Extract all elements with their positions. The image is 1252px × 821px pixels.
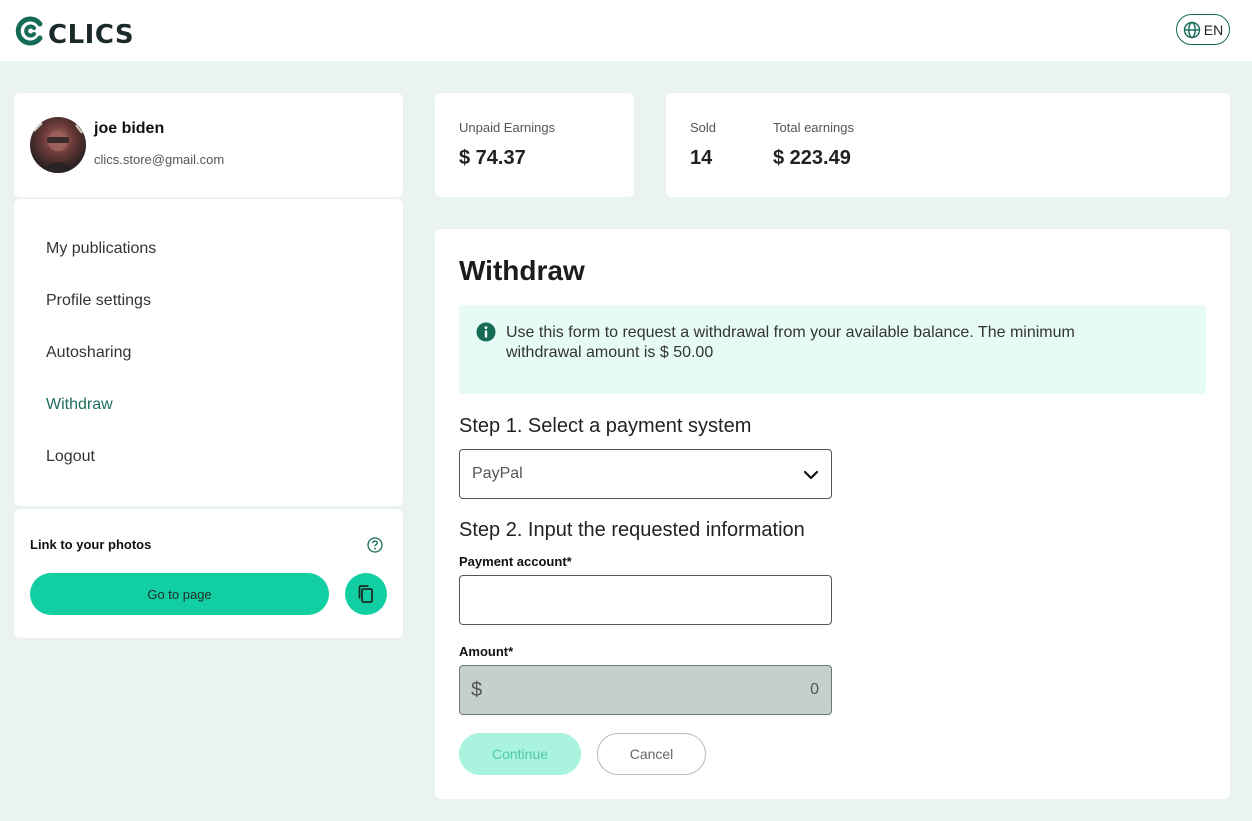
- logo-icon: [15, 16, 43, 45]
- amount-value: 0: [810, 681, 819, 698]
- currency-symbol: $: [471, 679, 483, 701]
- profile-card: joe biden clics.store@gmail.com: [14, 93, 403, 197]
- payment-system-select[interactable]: PayPal: [459, 449, 832, 499]
- sold-label: Sold: [690, 120, 717, 135]
- sidebar-item-autosharing[interactable]: Autosharing: [46, 344, 131, 362]
- payment-system-value: PayPal: [472, 465, 523, 482]
- continue-button[interactable]: Continue: [459, 733, 581, 775]
- sidebar-menu: My publications Profile settings Autosha…: [14, 199, 403, 506]
- copy-icon: [358, 585, 373, 603]
- avatar[interactable]: [30, 117, 86, 173]
- amount-input[interactable]: $ 0: [459, 665, 832, 715]
- total-earnings-label: Total earnings: [773, 120, 854, 135]
- unpaid-earnings-value: $ 74.37: [459, 147, 526, 169]
- logo[interactable]: CLICS: [14, 13, 134, 48]
- help-icon[interactable]: [367, 537, 383, 553]
- globe-icon: [1183, 21, 1200, 38]
- info-text: Use this form to request a withdrawal fr…: [506, 324, 1075, 361]
- sidebar-item-withdraw[interactable]: Withdraw: [46, 396, 113, 414]
- amount-label: Amount*: [459, 644, 514, 659]
- chevron-down-icon: [803, 470, 819, 480]
- copy-link-button[interactable]: [345, 573, 387, 615]
- info-icon: [476, 322, 496, 342]
- payment-account-input[interactable]: [459, 575, 832, 625]
- unpaid-earnings-label: Unpaid Earnings: [459, 120, 556, 135]
- cancel-button[interactable]: Cancel: [597, 733, 706, 775]
- user-name: joe biden: [94, 120, 165, 137]
- withdraw-form-card: Withdraw Use this form to request a with…: [435, 229, 1230, 799]
- top-bar: CLICS EN: [0, 0, 1252, 61]
- unpaid-earnings-card: Unpaid Earnings $ 74.37: [435, 93, 634, 197]
- sidebar-item-my-publications[interactable]: My publications: [46, 240, 156, 258]
- sidebar-item-logout[interactable]: Logout: [46, 448, 95, 466]
- total-earnings-value: $ 223.49: [773, 147, 851, 169]
- sold-value: 14: [690, 147, 713, 169]
- logo-text: CLICS: [48, 20, 135, 50]
- page-title: Withdraw: [459, 255, 585, 286]
- sidebar-item-profile-settings[interactable]: Profile settings: [46, 292, 151, 310]
- user-email: clics.store@gmail.com: [94, 152, 225, 167]
- language-button[interactable]: EN: [1176, 14, 1230, 45]
- step-2-title: Step 2. Input the requested information: [459, 519, 805, 541]
- photo-link-title: Link to your photos: [30, 537, 152, 552]
- sales-stats-card: Sold 14 Total earnings $ 223.49: [666, 93, 1230, 197]
- info-notice: Use this form to request a withdrawal fr…: [459, 305, 1206, 394]
- payment-account-label: Payment account*: [459, 554, 572, 569]
- step-1-title: Step 1. Select a payment system: [459, 415, 752, 437]
- photo-link-card: Link to your photos Go to page: [14, 509, 403, 638]
- avatar-image: [33, 122, 83, 173]
- language-label: EN: [1203, 21, 1224, 38]
- go-to-page-button[interactable]: Go to page: [30, 573, 329, 615]
